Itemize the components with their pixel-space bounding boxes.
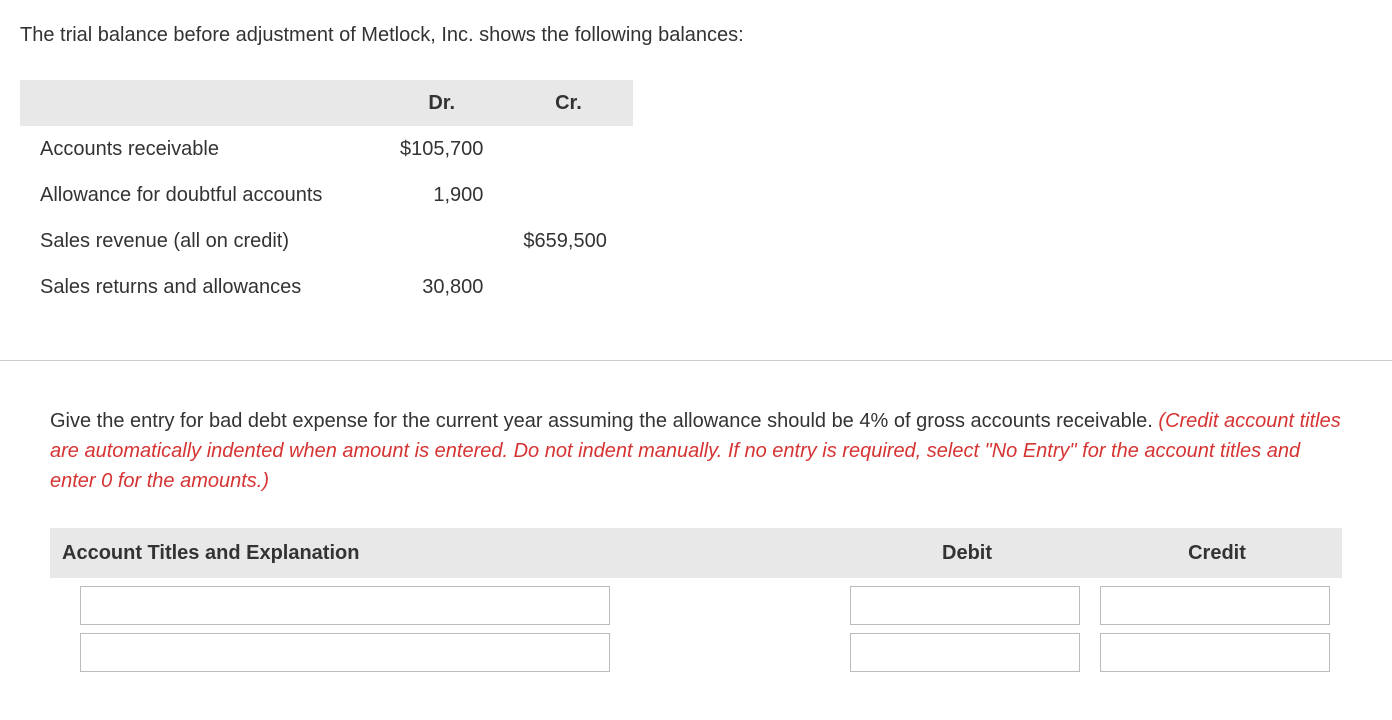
account-title-input[interactable]: [80, 586, 610, 625]
tb-row-label: Allowance for doubtful accounts: [20, 172, 380, 218]
debit-input[interactable]: [850, 586, 1080, 625]
tb-row-dr: $105,700: [380, 126, 503, 172]
tb-row-dr: [380, 218, 503, 264]
tb-header-blank: [20, 80, 380, 126]
credit-input[interactable]: [1100, 586, 1330, 625]
tb-row-cr: [503, 172, 633, 218]
table-row: Sales revenue (all on credit) $659,500: [20, 218, 633, 264]
question-text: Give the entry for bad debt expense for …: [50, 410, 1153, 432]
tb-row-label: Accounts receivable: [20, 126, 380, 172]
question-section: Give the entry for bad debt expense for …: [20, 406, 1372, 672]
tb-row-dr: 30,800: [380, 264, 503, 310]
tb-header-dr: Dr.: [380, 80, 503, 126]
table-row: Accounts receivable $105,700: [20, 126, 633, 172]
table-row: Allowance for doubtful accounts 1,900: [20, 172, 633, 218]
table-row: Sales returns and allowances 30,800: [20, 264, 633, 310]
section-divider: [0, 360, 1392, 361]
journal-header-credit: Credit: [1092, 528, 1342, 578]
tb-row-label: Sales revenue (all on credit): [20, 218, 380, 264]
tb-row-cr: [503, 126, 633, 172]
credit-input[interactable]: [1100, 633, 1330, 672]
tb-header-cr: Cr.: [503, 80, 633, 126]
journal-row: [50, 578, 1342, 625]
tb-row-cr: $659,500: [503, 218, 633, 264]
trial-balance-table: Dr. Cr. Accounts receivable $105,700 All…: [20, 80, 633, 310]
debit-input[interactable]: [850, 633, 1080, 672]
tb-row-cr: [503, 264, 633, 310]
account-title-input[interactable]: [80, 633, 610, 672]
journal-row: [50, 625, 1342, 672]
journal-entry-table: Account Titles and Explanation Debit Cre…: [50, 528, 1342, 672]
intro-text: The trial balance before adjustment of M…: [20, 20, 1372, 50]
tb-row-dr: 1,900: [380, 172, 503, 218]
journal-header-debit: Debit: [842, 528, 1092, 578]
tb-row-label: Sales returns and allowances: [20, 264, 380, 310]
journal-header-account: Account Titles and Explanation: [50, 528, 842, 578]
